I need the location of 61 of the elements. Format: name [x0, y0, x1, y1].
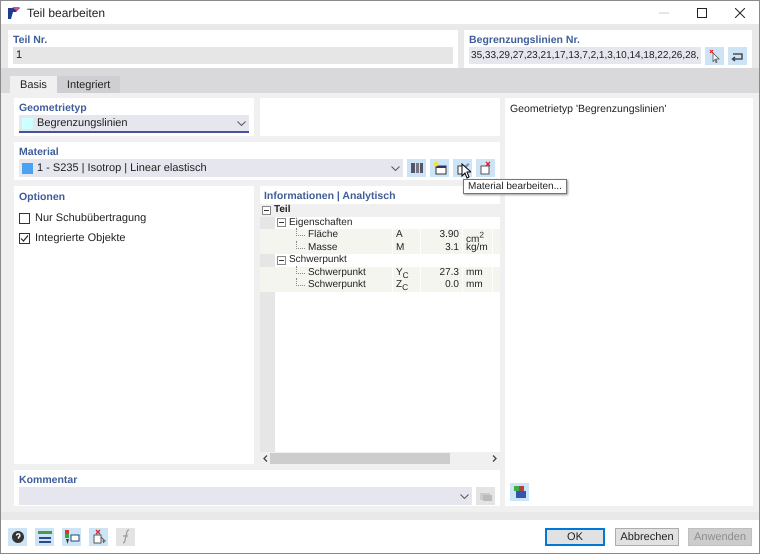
tree-node-label[interactable]: Eigenschaften [289, 216, 352, 229]
checkbox-label: Integrierte Objekte [35, 232, 126, 244]
property-name: Schwerpunkt [308, 279, 366, 292]
graphics-icon[interactable] [510, 483, 529, 501]
pick-icon[interactable] [705, 47, 724, 65]
property-value: 27.3 [440, 266, 459, 278]
formula-icon[interactable] [116, 528, 135, 546]
help-icon[interactable] [8, 528, 27, 546]
scroll-right-icon[interactable] [492, 454, 497, 462]
app-logo-icon [7, 6, 21, 20]
chevron-down-icon [237, 120, 246, 126]
geometry-type-dropdown[interactable]: Begrenzungslinien [19, 115, 249, 133]
select-objects-icon[interactable] [89, 528, 108, 546]
field-label: Kommentar [19, 473, 78, 487]
property-value: 3.90 [440, 229, 459, 240]
tree-node-label[interactable]: Teil [274, 204, 290, 216]
collapse-icon[interactable] [277, 218, 286, 228]
collapse-icon[interactable] [277, 256, 286, 265]
boundary-lines-field[interactable]: 35,33,29,27,23,21,17,13,7,2,1,3,10,14,18,22,26,28, [469, 47, 701, 64]
dialog-button[interactable]: Abbrechen [615, 528, 679, 546]
material-dropdown[interactable]: 1 - S235 | Isotrop | Linear elastisch [19, 159, 403, 177]
chevron-down-icon [460, 494, 469, 498]
property-name: Schwerpunkt [308, 266, 366, 279]
checkbox[interactable] [19, 232, 30, 244]
delete-material-icon[interactable] [476, 159, 495, 177]
chevron-down-icon [391, 166, 400, 170]
checkbox[interactable] [19, 212, 30, 224]
property-unit: mm [466, 266, 483, 278]
tree-node-label[interactable]: Schwerpunkt [289, 254, 347, 266]
numeric-format-icon[interactable] [35, 528, 54, 546]
field-label: Begrenzungslinien Nr. [469, 33, 580, 47]
property-symbol: M [396, 242, 404, 252]
section-title: Optionen [19, 190, 66, 204]
field-label: Material [19, 145, 59, 159]
part-number-field[interactable]: 1 [13, 47, 454, 64]
window-title: Teil bearbeiten [27, 6, 106, 20]
field-label: Geometrietyp [19, 101, 87, 115]
description-text: Geometrietyp 'Begrenzungslinien' [510, 103, 668, 115]
tooltip: Material bearbeiten... [463, 179, 567, 194]
maximize-icon[interactable] [697, 8, 707, 18]
property-name: Fläche [308, 229, 338, 242]
property-value: 3.1 [445, 242, 459, 252]
color-settings-icon[interactable] [62, 528, 81, 546]
field-label: Teil Nr. [13, 33, 48, 47]
new-material-icon[interactable] [430, 159, 449, 177]
section-title: Informationen | Analytisch [264, 189, 396, 203]
tab[interactable]: Integriert [56, 76, 120, 93]
property-unit: mm [466, 279, 483, 290]
collapse-icon[interactable] [262, 206, 271, 215]
close-icon[interactable] [735, 8, 745, 18]
property-value: 0.0 [445, 279, 459, 290]
property-symbol: Y$_{C}$ [396, 266, 409, 278]
return-icon[interactable] [728, 47, 747, 65]
property-name: Masse [308, 242, 338, 254]
tab[interactable]: Basis [10, 76, 57, 93]
library-icon[interactable] [407, 159, 426, 177]
checkbox-label: Nur Schubübertragung [35, 212, 146, 224]
dialog-button[interactable]: OK [545, 528, 605, 546]
property-symbol: Z$_{C}$ [396, 279, 408, 290]
scroll-left-icon[interactable] [263, 454, 268, 462]
property-symbol: A [396, 229, 403, 240]
